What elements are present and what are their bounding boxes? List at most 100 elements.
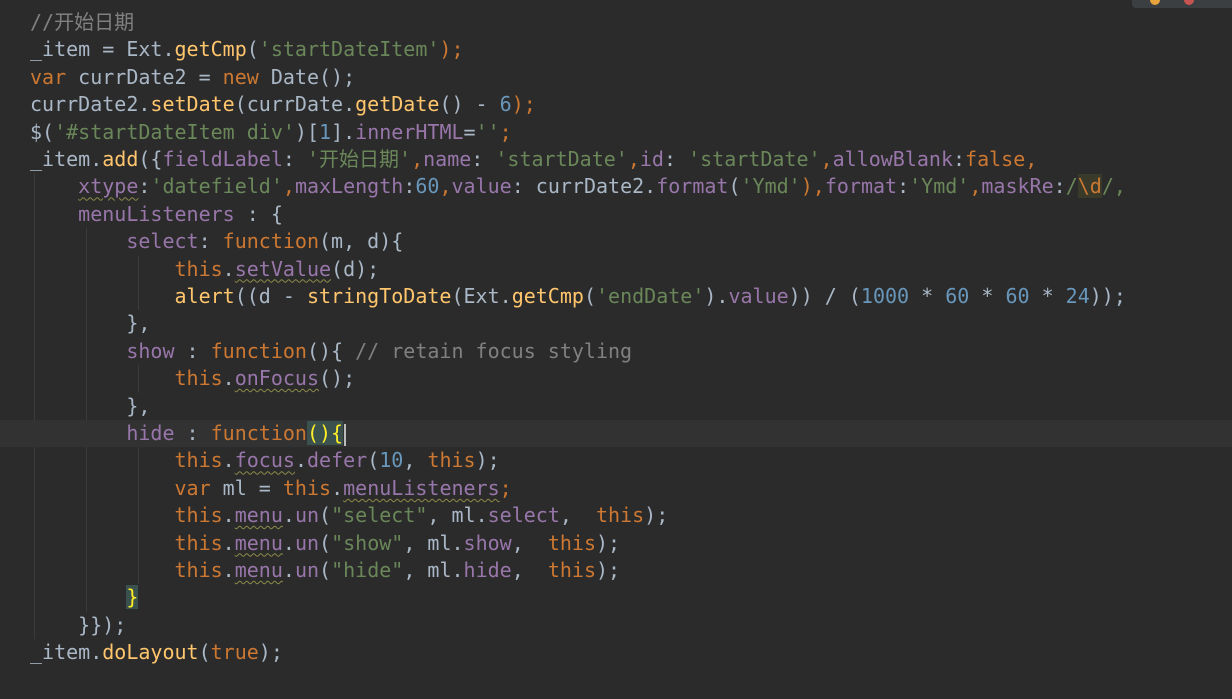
code-token: true [210, 640, 259, 665]
code-token: , [282, 174, 295, 199]
code-line[interactable]: this.menu.un("hide", ml.hide, this); [30, 557, 621, 584]
code-line[interactable]: currDate2.setDate(currDate.getDate() - 6… [30, 91, 536, 118]
code-line[interactable]: var currDate2 = new Date(); [30, 64, 355, 91]
code-token: '#startDateItem div' [54, 119, 295, 144]
code-token: : [897, 174, 910, 199]
code-token: ((d - [234, 284, 307, 308]
code-line[interactable]: this.menu.un("select", ml.select, this); [30, 502, 669, 529]
code-token: this [174, 256, 223, 281]
code-token: innerHTML [355, 119, 464, 144]
code-line[interactable]: $('#startDateItem div')[1].innerHTML=''; [30, 119, 512, 146]
code-token: 1 [319, 119, 332, 144]
code-token: menuListeners [78, 201, 235, 226]
code-line[interactable]: this.focus.defer(10, this); [30, 447, 500, 474]
code-line[interactable]: _item = Ext.getCmp('startDateItem'); [30, 36, 464, 63]
code-token: , [403, 448, 428, 473]
code-line[interactable]: show : function(){ // retain focus styli… [30, 338, 632, 365]
code-line[interactable]: _item.doLayout(true); [30, 639, 283, 666]
code-token: '开始日期' [306, 147, 412, 171]
code-token: $( [30, 119, 55, 144]
code-token: \d [1077, 174, 1102, 199]
code-token: getCmp [511, 284, 584, 308]
code-line[interactable]: select: function(m, d){ [30, 228, 403, 255]
code-token: 'Ymd' [909, 174, 970, 199]
code-token: maxLength [294, 174, 404, 199]
code-line[interactable]: }, [30, 393, 150, 420]
code-token: : [174, 421, 211, 445]
code-token: this [174, 558, 223, 582]
code-line[interactable]: menuListeners : { [30, 201, 283, 228]
code-token: Date(); [270, 64, 356, 89]
code-token: //开始日期 [30, 10, 135, 34]
code-line[interactable]: this.onFocus(); [30, 365, 356, 392]
code-line[interactable]: alert((d - stringToDate(Ext.getCmp('endD… [30, 283, 1126, 310]
code-token: ), [800, 174, 825, 199]
code-token: maskRe [981, 174, 1054, 199]
code-token: defer [306, 448, 368, 473]
code-token: getCmp [174, 37, 247, 62]
code-line[interactable]: }}); [30, 612, 126, 639]
code-token: ( [319, 558, 332, 582]
code-line[interactable]: _item.add({fieldLabel: '开始日期',name: 'sta… [30, 146, 1037, 173]
code-token: stringToDate [306, 284, 452, 308]
code-line[interactable]: } [30, 584, 139, 611]
code-token: xtype [78, 174, 139, 199]
code-line[interactable]: hide : function(){ [30, 420, 347, 447]
code-token: ); [258, 640, 283, 665]
code-token: menu [234, 558, 283, 582]
code-line[interactable]: var ml = this.menuListeners; [30, 475, 512, 502]
code-line[interactable]: }, [30, 310, 150, 337]
code-token: 10 [379, 448, 404, 473]
code-token: 24 [1065, 284, 1090, 308]
code-token: 60 [415, 174, 440, 199]
code-token: = [463, 119, 476, 144]
code-line[interactable]: this.setValue(d); [30, 256, 380, 283]
code-token: . [294, 448, 307, 473]
code-token: , [1025, 147, 1038, 171]
code-token: _item = Ext. [30, 37, 175, 62]
code-token: }}); [30, 612, 127, 637]
code-token: select [487, 503, 560, 528]
code-token: this [282, 475, 332, 500]
code-token: 'endDate' [595, 284, 705, 308]
code-token: un [294, 503, 320, 528]
code-token: , [511, 558, 548, 582]
code-token: menuListeners [343, 475, 500, 500]
code-token: false [965, 147, 1026, 171]
code-token: this [174, 503, 223, 528]
code-token: show [463, 530, 512, 555]
code-token: (){ [306, 338, 356, 363]
code-token: * [909, 284, 946, 308]
code-token: , [559, 503, 596, 528]
code-token: menu [234, 503, 283, 528]
code-token: hide [126, 421, 175, 445]
code-token: (m, d){ [319, 229, 404, 254]
code-token: , [511, 530, 548, 555]
code-token: { [331, 421, 344, 445]
code-token: }, [30, 393, 151, 418]
code-line[interactable]: this.menu.un("show", ml.show, this); [30, 530, 621, 557]
code-token: alert [174, 284, 235, 308]
code-token: new [222, 64, 271, 89]
text-caret [344, 423, 347, 446]
code-token: currDate2. [30, 92, 151, 117]
code-line[interactable]: //开始日期 [30, 9, 134, 36]
code-token: , [627, 147, 640, 171]
code-line[interactable]: xtype:'datefield',maxLength:60,value: cu… [30, 173, 1126, 200]
code-token: , ml. [427, 503, 488, 528]
code-token: onFocus [234, 366, 320, 391]
code-token: : { [234, 201, 283, 226]
code-token: : [198, 229, 223, 254]
code-editor[interactable]: //开始日期 _item = Ext.getCmp('startDateItem'… [0, 0, 1232, 699]
code-token: ml = [222, 475, 283, 500]
code-token: / [1065, 174, 1078, 199]
code-token: focus [234, 448, 295, 473]
